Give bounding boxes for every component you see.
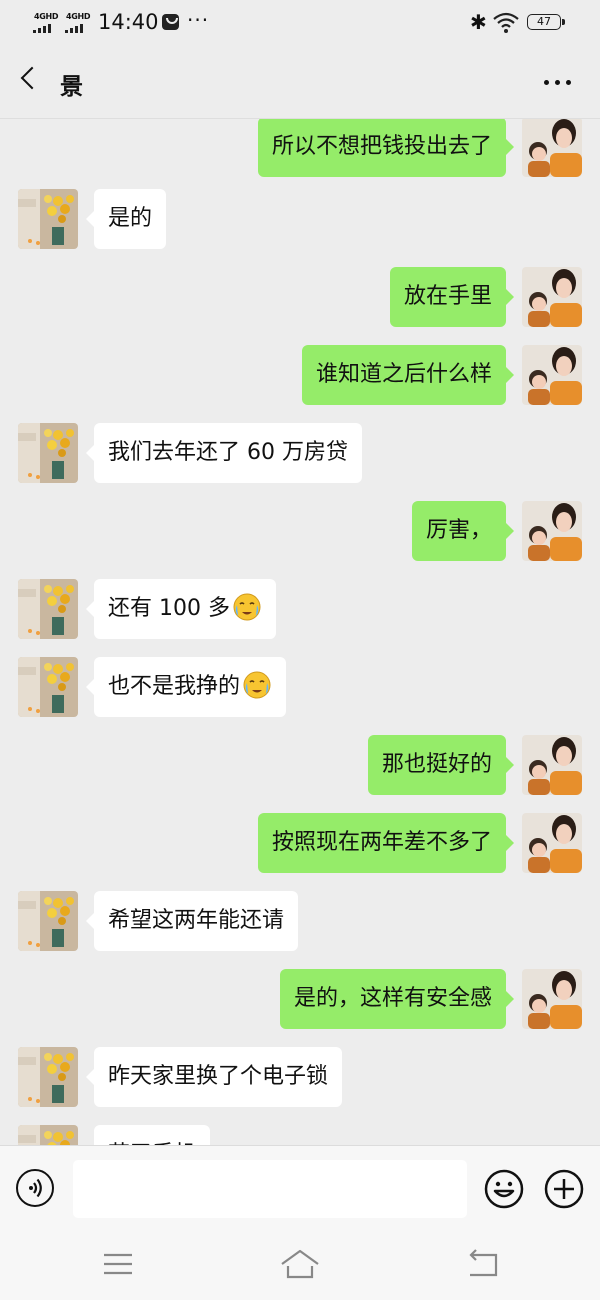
message-bubble[interactable]: 还有 100 多 — [86, 579, 276, 639]
crying-face-icon — [233, 593, 261, 621]
battery-icon: 47 — [527, 14, 565, 30]
home-icon[interactable] — [280, 1247, 320, 1281]
contact-avatar[interactable] — [18, 423, 78, 483]
message-input[interactable] — [73, 1160, 467, 1218]
message-bubble[interactable]: 那也挺好的 — [367, 735, 515, 795]
clock: 14:40 — [98, 10, 159, 34]
wifi-icon — [493, 12, 519, 33]
message-text: 谁知道之后什么样 — [315, 362, 492, 387]
message-bubble[interactable]: 是的，这样有安全感 — [279, 969, 515, 1029]
menu-icon[interactable] — [98, 1247, 138, 1281]
message-text: 我们去年还了 60 万房贷 — [108, 440, 348, 465]
back-arrow-icon[interactable] — [462, 1247, 502, 1281]
message-icon — [162, 14, 179, 30]
bluetooth-icon: ✱ — [470, 10, 487, 34]
message-bubble[interactable]: 谁知道之后什么样 — [301, 345, 515, 405]
outgoing-message: 是的，这样有安全感 — [0, 969, 600, 1031]
message-text: 按照现在两年差不多了 — [271, 830, 492, 855]
outgoing-message: 按照现在两年差不多了 — [0, 813, 600, 875]
incoming-message: 昨天家里换了个电子锁 — [0, 1047, 600, 1109]
message-text: 希望这两年能还请 — [108, 908, 285, 933]
plus-circle-icon[interactable] — [544, 1169, 584, 1209]
message-text: 昨天家里换了个电子锁 — [108, 1064, 329, 1089]
more-notifications-icon: ··· — [187, 8, 210, 32]
chat-header: 景 — [0, 46, 600, 119]
incoming-message: 还有 100 多 — [0, 579, 600, 641]
message-bubble[interactable]: 我们去年还了 60 万房贷 — [86, 423, 362, 483]
outgoing-message: 那也挺好的 — [0, 735, 600, 797]
contact-avatar[interactable] — [18, 1125, 78, 1145]
my-avatar[interactable] — [522, 119, 582, 177]
message-bubble[interactable]: 厉害， — [411, 501, 515, 561]
outgoing-message: 所以不想把钱投出去了 — [0, 119, 600, 179]
network-type-label: 4GHD — [34, 12, 59, 21]
message-bubble[interactable]: 希望这两年能还请 — [85, 891, 299, 951]
contact-avatar[interactable] — [18, 189, 78, 249]
message-text: 那也挺好的 — [381, 752, 492, 777]
crying-face-icon — [243, 671, 271, 699]
message-bubble[interactable]: 按照现在两年差不多了 — [257, 813, 515, 873]
contact-avatar[interactable] — [18, 657, 78, 717]
my-avatar[interactable] — [522, 267, 582, 327]
message-list[interactable]: 所以不想把钱投出去了是的放在手里谁知道之后什么样我们去年还了 60 万房贷厉害，… — [0, 119, 600, 1145]
contact-avatar[interactable] — [18, 1047, 78, 1107]
my-avatar[interactable] — [522, 501, 582, 561]
incoming-message: 也不是我挣的 — [0, 657, 600, 719]
smiley-icon[interactable] — [484, 1169, 524, 1209]
message-text: 也不是我挣的 — [108, 674, 241, 699]
input-bar — [0, 1145, 600, 1234]
status-bar: 4GHD 4GHD 14:40 ··· ✱ 47 — [0, 0, 600, 46]
message-text: 还有 100 多 — [108, 596, 230, 621]
message-bubble[interactable]: 也不是我挣的 — [85, 657, 287, 717]
incoming-message: 希望这两年能还请 — [0, 891, 600, 953]
my-avatar[interactable] — [522, 735, 582, 795]
my-avatar[interactable] — [522, 969, 582, 1029]
message-bubble[interactable]: 放在手里 — [389, 267, 515, 327]
message-text: 是的，这样有安全感 — [293, 986, 492, 1011]
chat-title: 景 — [60, 74, 83, 100]
message-bubble[interactable]: 花了手机 — [94, 1125, 211, 1145]
my-avatar[interactable] — [522, 813, 582, 873]
my-avatar[interactable] — [522, 345, 582, 405]
message-bubble[interactable]: 昨天家里换了个电子锁 — [85, 1047, 343, 1107]
incoming-message: 花了手机 — [0, 1125, 600, 1145]
more-dots-icon[interactable] — [544, 80, 572, 86]
back-icon[interactable] — [20, 66, 44, 90]
message-bubble[interactable]: 所以不想把钱投出去了 — [257, 119, 515, 177]
message-text: 厉害， — [425, 518, 492, 543]
network-type-label: 4GHD — [66, 12, 91, 21]
incoming-message: 我们去年还了 60 万房贷 — [0, 423, 600, 485]
contact-avatar[interactable] — [18, 891, 78, 951]
voice-icon[interactable] — [16, 1169, 54, 1207]
outgoing-message: 谁知道之后什么样 — [0, 345, 600, 407]
contact-avatar[interactable] — [18, 579, 78, 639]
message-text: 放在手里 — [403, 284, 492, 309]
message-text: 是的 — [108, 206, 153, 231]
message-text: 所以不想把钱投出去了 — [271, 134, 492, 159]
outgoing-message: 放在手里 — [0, 267, 600, 329]
incoming-message: 是的 — [0, 189, 600, 251]
outgoing-message: 厉害， — [0, 501, 600, 563]
message-bubble[interactable]: 是的 — [85, 189, 167, 249]
system-nav-bar — [0, 1233, 600, 1300]
